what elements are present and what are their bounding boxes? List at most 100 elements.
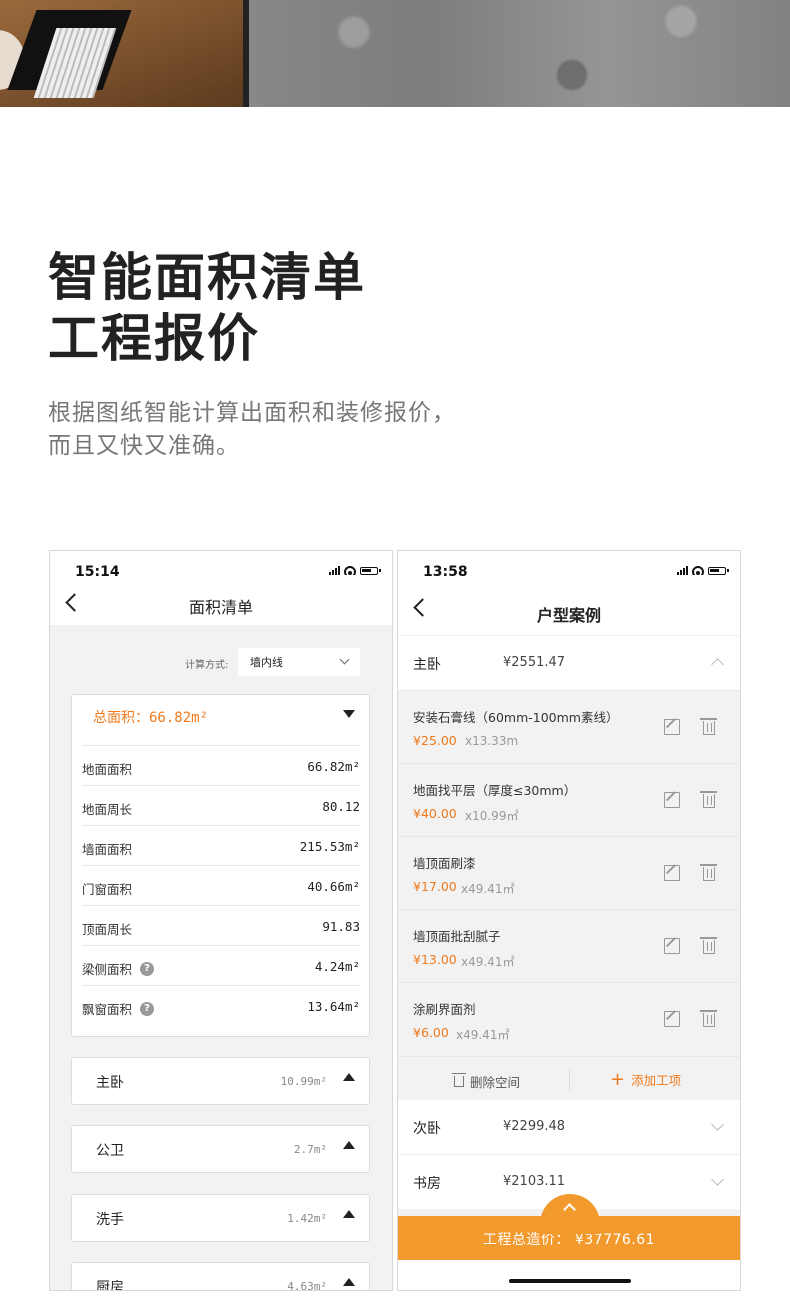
page-title: 面积清单 <box>188 598 253 617</box>
edit-icon[interactable] <box>664 1011 680 1027</box>
expand-triangle-icon[interactable] <box>343 1073 355 1081</box>
item-title: 墙顶面刷漆 <box>413 856 476 871</box>
edit-icon[interactable] <box>664 865 680 881</box>
edit-icon[interactable] <box>664 938 680 954</box>
signal-icon <box>329 566 340 575</box>
chevron-down-icon[interactable] <box>711 1118 724 1131</box>
item-title: 地面找平层（厚度≤30mm） <box>413 783 577 798</box>
room-name: 厨房 <box>96 1280 124 1291</box>
room-card[interactable]: 洗手 1.42m² <box>71 1194 370 1242</box>
trash-icon[interactable] <box>700 718 717 735</box>
help-icon[interactable]: ? <box>140 1001 155 1016</box>
home-indicator <box>398 1260 740 1290</box>
room-card[interactable]: 公卫 2.7m² <box>71 1125 370 1173</box>
room-name: 洗手 <box>96 1212 124 1228</box>
chevron-down-icon[interactable] <box>711 1173 724 1186</box>
room-area: 1.42m² <box>287 1212 327 1225</box>
area-row-value: 91.83 <box>322 919 360 934</box>
header-photo <box>0 0 790 107</box>
edit-icon[interactable] <box>664 719 680 735</box>
room-section[interactable]: 主卧 ¥2551.47 <box>398 636 740 690</box>
nav-bar: 面积清单 <box>50 589 392 625</box>
chevron-down-icon <box>339 654 350 665</box>
work-item: 安装石膏线（60mm-100mm素线） ¥25.00 x13.33m <box>398 690 740 763</box>
section-name: 书房 <box>413 1176 441 1192</box>
chevron-up-icon[interactable] <box>711 658 724 671</box>
trash-icon <box>452 1073 466 1087</box>
room-card[interactable]: 厨房 4.63m² <box>71 1262 370 1291</box>
item-price: ¥40.00 <box>413 806 457 821</box>
item-title: 涂刷界面剂 <box>413 1002 476 1017</box>
item-qty: x49.41㎡ <box>456 1028 510 1042</box>
trash-icon[interactable] <box>700 1010 717 1027</box>
trash-icon[interactable] <box>700 791 717 808</box>
collapse-triangle-icon[interactable] <box>343 710 355 718</box>
item-qty: x13.33m <box>465 734 519 748</box>
delete-space-label: 删除空间 <box>470 1075 521 1090</box>
room-section[interactable]: 次卧 ¥2299.48 <box>398 1100 740 1155</box>
work-item: 墙顶面批刮腻子 ¥13.00 x49.41㎡ <box>398 909 740 982</box>
battery-icon <box>708 566 729 575</box>
subline-line-1: 根据图纸智能计算出面积和装修报价， <box>48 400 456 426</box>
area-row-value: 40.66m² <box>307 879 360 894</box>
area-row-value: 66.82m² <box>307 759 360 774</box>
battery-icon <box>360 566 381 575</box>
area-row: 地面周长 80.12 <box>82 785 360 826</box>
area-row-label: 地面周长 <box>82 802 133 817</box>
total-area-card: 总面积：66.82m² 地面面积 66.82m² 地面周长 80.12 墙面面积 21… <box>71 694 370 1037</box>
section-actions: 删除空间 + 添加工项 <box>398 1056 740 1103</box>
add-item-button[interactable]: + 添加工项 <box>610 1070 681 1089</box>
item-price: ¥6.00 <box>413 1025 449 1040</box>
area-row: 门窗面积 40.66m² <box>82 865 360 906</box>
signal-icon <box>677 566 688 575</box>
area-list-phone: 15:14 面积清单 计算方式: 墙内线 总面积：66.82m² 地面面积 66.… <box>49 550 393 1291</box>
item-title: 安装石膏线（60mm-100mm素线） <box>413 710 619 725</box>
area-row-value: 80.12 <box>322 799 360 814</box>
section-name: 主卧 <box>413 657 441 673</box>
page-title: 户型案例 <box>536 606 601 625</box>
section-price: ¥2299.48 <box>503 1119 566 1134</box>
area-row-label: 墙面面积 <box>82 842 133 857</box>
plus-icon: + <box>610 1068 626 1090</box>
calc-method-select[interactable]: 墙内线 <box>238 648 360 676</box>
trash-icon[interactable] <box>700 864 717 881</box>
wifi-icon <box>692 566 704 575</box>
area-row-label: 门窗面积 <box>82 882 133 897</box>
calc-method-value: 墙内线 <box>250 656 283 669</box>
headline-line-2: 工程报价 <box>48 310 261 369</box>
nav-bar: 户型案例 <box>398 589 740 635</box>
room-area: 4.63m² <box>287 1280 327 1291</box>
add-item-label: 添加工项 <box>631 1073 682 1088</box>
headline-line-1: 智能面积清单 <box>48 249 367 308</box>
calc-method-label: 计算方式: <box>185 660 229 671</box>
area-row-label: 地面面积 <box>82 762 133 777</box>
work-item: 地面找平层（厚度≤30mm） ¥40.00 x10.99㎡ <box>398 763 740 836</box>
headline: 智能面积清单 工程报价 <box>48 248 366 370</box>
room-area: 10.99m² <box>280 1075 327 1088</box>
area-row: 地面面积 66.82m² <box>82 745 360 786</box>
expand-triangle-icon[interactable] <box>343 1210 355 1218</box>
area-row: 梁侧面积? 4.24m² <box>82 945 360 986</box>
area-row-value: 4.24m² <box>314 959 360 974</box>
status-bar: 13:58 <box>398 551 740 589</box>
expand-triangle-icon[interactable] <box>343 1278 355 1286</box>
room-area: 2.7m² <box>293 1143 327 1156</box>
section-name: 次卧 <box>413 1121 441 1137</box>
expand-triangle-icon[interactable] <box>343 1141 355 1149</box>
edit-icon[interactable] <box>664 792 680 808</box>
trash-icon[interactable] <box>700 937 717 954</box>
room-card[interactable]: 主卧 10.99m² <box>71 1057 370 1105</box>
work-item: 墙顶面刷漆 ¥17.00 x49.41㎡ <box>398 836 740 909</box>
section-price: ¥2551.47 <box>503 655 566 670</box>
item-price: ¥17.00 <box>413 879 457 894</box>
area-row-label: 顶面周长 <box>82 922 133 937</box>
help-icon[interactable]: ? <box>140 961 155 976</box>
area-row-value: 13.64m² <box>307 999 360 1014</box>
work-item: 涂刷界面剂 ¥6.00 x49.41㎡ <box>398 982 740 1055</box>
delete-space-button[interactable]: 删除空间 <box>452 1072 521 1091</box>
item-price: ¥13.00 <box>413 952 457 967</box>
divider <box>569 1069 570 1091</box>
section-price: ¥2103.11 <box>503 1174 566 1189</box>
area-row-label: 梁侧面积? <box>82 959 155 978</box>
area-row: 飘窗面积? 13.64m² <box>82 985 360 1026</box>
